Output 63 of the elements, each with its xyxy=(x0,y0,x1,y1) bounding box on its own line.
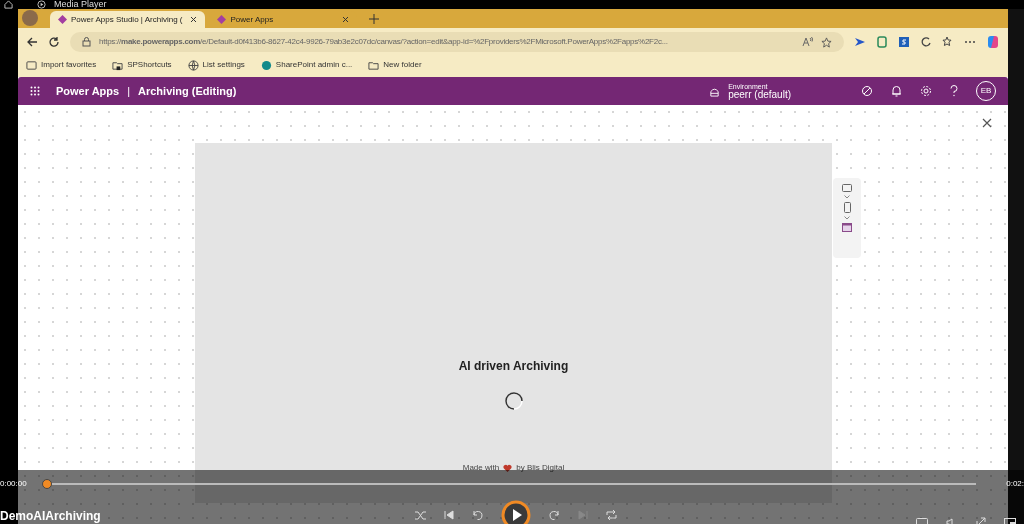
phone-icon[interactable] xyxy=(843,202,851,213)
extension-icon[interactable] xyxy=(876,36,888,48)
back-icon[interactable] xyxy=(26,36,38,48)
footer-text: by Blis Digital xyxy=(516,462,565,474)
footer-text: Made with xyxy=(462,462,500,474)
sharepoint-icon xyxy=(260,59,272,71)
play-circle-icon xyxy=(37,0,46,9)
product-name[interactable]: Power Apps xyxy=(56,82,120,100)
bookmark-link[interactable]: Import favorites xyxy=(41,59,97,71)
extension-icon[interactable] xyxy=(920,36,932,48)
elapsed-time: 0:00:00 xyxy=(0,478,28,490)
settings-icon[interactable] xyxy=(920,85,932,97)
folder-icon xyxy=(368,59,380,71)
folder-icon xyxy=(112,59,124,71)
title-separator: | xyxy=(127,83,131,99)
tablet-icon[interactable] xyxy=(842,184,852,192)
total-time: 0:02: xyxy=(1006,478,1024,490)
app-title: AI driven Archiving xyxy=(458,358,569,375)
previous-icon[interactable] xyxy=(444,510,454,520)
repeat-icon[interactable] xyxy=(606,510,617,520)
heart-icon xyxy=(503,464,513,472)
rewind-icon[interactable] xyxy=(472,509,483,521)
new-tab-icon[interactable] xyxy=(369,14,380,24)
bookmark-link[interactable]: SPShortcuts xyxy=(127,59,172,71)
loading-spinner-icon xyxy=(502,390,525,412)
seek-thumb[interactable] xyxy=(42,479,52,489)
close-icon[interactable] xyxy=(982,118,992,128)
lock-icon xyxy=(82,37,91,47)
bookmark-link[interactable]: SharePoint admin c... xyxy=(275,59,353,71)
star-icon[interactable] xyxy=(821,36,832,48)
chevron-down-icon[interactable] xyxy=(844,195,850,199)
favorites-icon[interactable] xyxy=(942,36,954,48)
calendar-icon[interactable] xyxy=(842,223,852,232)
subtitles-icon[interactable] xyxy=(916,517,928,524)
chevron-down-icon[interactable] xyxy=(844,216,850,220)
fast-forward-icon[interactable] xyxy=(549,509,560,521)
app-launcher-icon[interactable] xyxy=(30,86,40,96)
folder-icon xyxy=(26,59,37,71)
home-icon[interactable] xyxy=(4,0,13,9)
read-aloud-icon[interactable] xyxy=(802,37,813,47)
window-title: Media Player xyxy=(54,0,107,9)
url-text: https://make.powerapps.com/e/Default-d0f413b6-8627-42c4-9926-79ab3e2c07dc/canvas/?action=edit&app-id=%2Fproviders%2FMicrosoft.PowerApps%2Fapps%2F2c... xyxy=(99,36,669,48)
extension-icon[interactable] xyxy=(898,36,910,48)
bookmark-link[interactable]: New folder xyxy=(383,59,422,71)
help-icon[interactable] xyxy=(950,85,958,97)
fullscreen-icon[interactable] xyxy=(976,517,986,524)
bookmark-link[interactable]: List settings xyxy=(202,59,245,71)
play-icon[interactable] xyxy=(501,500,531,524)
shuffle-icon[interactable] xyxy=(415,510,426,520)
environment-name[interactable]: peerr (default) xyxy=(728,89,791,100)
notification-icon[interactable] xyxy=(891,85,902,97)
close-icon[interactable] xyxy=(190,16,198,23)
extension-icon[interactable] xyxy=(854,36,866,48)
address-bar[interactable]: https://make.powerapps.com/e/Default-d0f413b6-8627-42c4-9926-79ab3e2c07dc/canvas/?action=edit&app-id=%2Fproviders%2FMicrosoft.PowerApps%2Fapps%2F2c... xyxy=(70,32,844,52)
more-icon[interactable] xyxy=(964,40,976,44)
mini-player-icon[interactable] xyxy=(1004,517,1016,524)
refresh-icon[interactable] xyxy=(48,36,60,48)
browser-tab[interactable]: Power Apps Studio | Archiving ( xyxy=(50,11,206,28)
power-apps-icon xyxy=(58,15,67,24)
close-icon[interactable] xyxy=(342,16,350,23)
app-name: Archiving (Editing) xyxy=(138,83,237,99)
power-apps-icon xyxy=(217,15,227,24)
globe-icon xyxy=(187,59,199,71)
